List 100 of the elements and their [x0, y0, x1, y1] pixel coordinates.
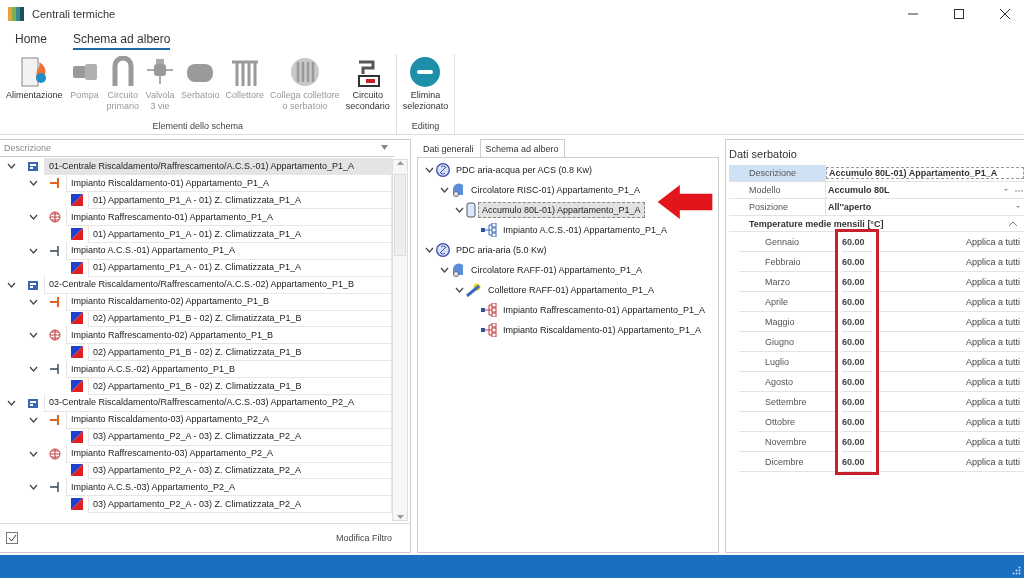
tree-item[interactable]: 01) Appartamento_P1_A - 01) Z. Climatizzata_P1_A: [88, 258, 392, 277]
tree-item[interactable]: 03) Appartamento_P2_A - 03) Z. Climatizzata_P2_A: [88, 427, 392, 446]
ribbon-button[interactable]: Elimina selezionato: [400, 54, 451, 121]
temperature-value[interactable]: 60.00: [842, 356, 872, 367]
chevron-icon[interactable]: [28, 298, 38, 305]
chevron-icon[interactable]: [1008, 220, 1018, 227]
ribbon-tab[interactable]: Schema ad albero: [73, 32, 171, 50]
tree-item[interactable]: 02) Appartamento_P1_B - 02) Z. Climatizzata_P1_B: [88, 309, 392, 328]
temperature-value[interactable]: 60.00: [842, 236, 872, 247]
column-header[interactable]: Descrizione: [0, 140, 394, 157]
chevron-icon[interactable]: [28, 332, 38, 339]
tree-item[interactable]: 02-Centrale Riscaldamento/Raffrescamento/A.C.S.-02) Appartamento_P1_B: [44, 275, 392, 294]
apply-all-link[interactable]: Applica a tutti: [965, 296, 1024, 307]
chevron-icon[interactable]: [28, 484, 38, 491]
tree-item[interactable]: Impianto A.C.S.-03) Appartamento_P2_A: [66, 478, 392, 497]
tree-item[interactable]: 01) Appartamento_P1_A - 01) Z. Climatizzata_P1_A: [88, 225, 392, 243]
chevron-icon[interactable]: [28, 214, 38, 221]
temperature-value[interactable]: 60.00: [842, 316, 872, 327]
tree-item[interactable]: 03-Centrale Riscaldamento/Raffrescamento/A.C.S.-03) Appartamento_P2_A: [44, 393, 392, 412]
chevron-icon[interactable]: [6, 163, 16, 170]
month-label: Aprile: [764, 296, 789, 307]
checkbox[interactable]: [6, 532, 18, 544]
apply-all-link[interactable]: Applica a tutti: [965, 456, 1024, 467]
apply-all-link[interactable]: Applica a tutti: [965, 276, 1024, 287]
filter-icon[interactable]: [381, 145, 388, 151]
tree-item[interactable]: Impianto Riscaldamento-03) Appartamento_P2_A: [66, 410, 392, 429]
tree-item[interactable]: Impianto Raffrescamento-01) Appartamento_P1_A: [66, 208, 392, 227]
chevron-icon[interactable]: [454, 207, 464, 213]
property-value[interactable]: Accumulo 80L-01) Appartamento_P1_A: [826, 167, 1024, 179]
tree-item[interactable]: 01-Centrale Riscaldamento/Raffrescamento/A.C.S.-01) Appartamento_P1_A: [44, 157, 392, 176]
temperature-value[interactable]: 60.00: [842, 416, 872, 427]
chevron-icon[interactable]: [424, 247, 434, 253]
chevron-icon[interactable]: [424, 167, 434, 173]
temperature-value[interactable]: 60.00: [842, 256, 872, 267]
remove-icon: [409, 56, 442, 88]
tree-item[interactable]: Accumulo 80L-01) Appartamento_P1_A: [478, 202, 645, 218]
temperature-value[interactable]: 60.00: [842, 376, 872, 387]
apply-all-link[interactable]: Applica a tutti: [965, 416, 1024, 427]
chevron-icon[interactable]: [28, 450, 38, 457]
tree-item[interactable]: Impianto A.C.S.-01) Appartamento_P1_A: [499, 222, 672, 238]
maximize-icon[interactable]: [954, 9, 964, 19]
tree-item[interactable]: Impianto Raffrescamento-03) Appartamento_P2_A: [66, 444, 392, 463]
server-icon: [26, 396, 40, 409]
apply-all-link[interactable]: Applica a tutti: [965, 396, 1024, 407]
zone-icon: [71, 464, 83, 477]
chevron-icon[interactable]: [6, 281, 16, 288]
tree-item[interactable]: Impianto A.C.S.-02) Appartamento_P1_B: [66, 360, 392, 379]
chevron-icon[interactable]: [439, 267, 449, 273]
tree-item[interactable]: 03) Appartamento_P2_A - 03) Z. Climatizzata_P2_A: [88, 461, 392, 480]
resize-grip-icon[interactable]: [1012, 566, 1021, 575]
temperature-value[interactable]: 60.00: [842, 336, 872, 347]
tab[interactable]: Schema ad albero: [479, 139, 565, 157]
tree-item[interactable]: Collettore RAFF-01) Appartamento_P1_A: [484, 282, 659, 298]
tree-item[interactable]: PDC aria-acqua per ACS (0.8 Kw): [452, 162, 597, 178]
close-icon[interactable]: [1000, 9, 1010, 19]
ribbon-button[interactable]: Circuito secondario: [343, 54, 392, 121]
tree-item[interactable]: 03) Appartamento_P2_A - 03) Z. Climatizzata_P2_A: [88, 495, 392, 514]
apply-all-link[interactable]: Applica a tutti: [965, 236, 1024, 247]
tree-item[interactable]: Circolatore RISC-01) Appartamento_P1_A: [467, 182, 645, 198]
scroll-down-icon[interactable]: [396, 514, 404, 520]
chevron-icon[interactable]: [28, 366, 38, 373]
ribbon-tab[interactable]: Home: [15, 32, 47, 50]
temperature-value[interactable]: 60.00: [842, 456, 872, 467]
chevron-icon[interactable]: [28, 180, 38, 187]
apply-all-link[interactable]: Applica a tutti: [965, 376, 1024, 387]
apply-all-link[interactable]: Applica a tutti: [965, 436, 1024, 447]
tab[interactable]: Dati generali: [417, 139, 480, 157]
tree-item[interactable]: Impianto Riscaldamento-02) Appartamento_P1_B: [66, 292, 392, 311]
temperature-value[interactable]: 60.00: [842, 276, 872, 287]
tree-item[interactable]: Impianto Raffrescamento-01) Appartamento_P1_A: [499, 302, 709, 318]
tree-item[interactable]: Circolatore RAFF-01) Appartamento_P1_A: [467, 262, 647, 278]
tree-item[interactable]: Impianto Riscaldamento-01) Appartamento_P1_A: [66, 174, 392, 193]
tree-item[interactable]: 02) Appartamento_P1_B - 02) Z. Climatizzata_P1_B: [88, 343, 392, 362]
tree-item[interactable]: Impianto Raffrescamento-02) Appartamento_P1_B: [66, 326, 392, 345]
apply-all-link[interactable]: Applica a tutti: [965, 256, 1024, 267]
scrollbar-thumb[interactable]: [394, 174, 406, 256]
temperature-value[interactable]: 60.00: [842, 436, 872, 447]
apply-all-link[interactable]: Applica a tutti: [965, 336, 1024, 347]
chevron-icon[interactable]: [28, 247, 38, 254]
tree-item[interactable]: Impianto A.C.S.-01) Appartamento_P1_A: [66, 241, 392, 260]
ribbon-button[interactable]: Alimentazione: [4, 54, 65, 121]
chevron-icon[interactable]: [454, 287, 464, 293]
temperature-value[interactable]: 60.00: [842, 396, 872, 407]
chevron-icon[interactable]: [6, 399, 16, 406]
month-label: Giugno: [764, 336, 796, 347]
temperature-value[interactable]: 60.00: [842, 296, 872, 307]
chevron-icon[interactable]: [439, 187, 449, 193]
tree-item[interactable]: 02) Appartamento_P1_B - 02) Z. Climatizzata_P1_B: [88, 377, 392, 395]
scroll-up-icon[interactable]: [396, 160, 404, 166]
apply-all-link[interactable]: Applica a tutti: [965, 356, 1024, 367]
property-value[interactable]: Accumulo 80L: [826, 185, 1002, 195]
tree-item[interactable]: Impianto Riscaldamento-01) Appartamento_P1_A: [499, 322, 706, 338]
scrollbar[interactable]: [392, 159, 408, 521]
property-value[interactable]: All''aperto: [826, 202, 1012, 212]
tree-item[interactable]: PDC aria-aria (5.0 Kw): [452, 242, 551, 258]
tree-item[interactable]: 01) Appartamento_P1_A - 01) Z. Climatizzata_P1_A: [88, 191, 392, 210]
filter-button[interactable]: Modifica Filtro: [330, 532, 398, 544]
chevron-icon[interactable]: [28, 416, 38, 423]
group-header[interactable]: Temperature medie mensili [°C]: [729, 216, 1024, 232]
apply-all-link[interactable]: Applica a tutti: [965, 316, 1024, 327]
